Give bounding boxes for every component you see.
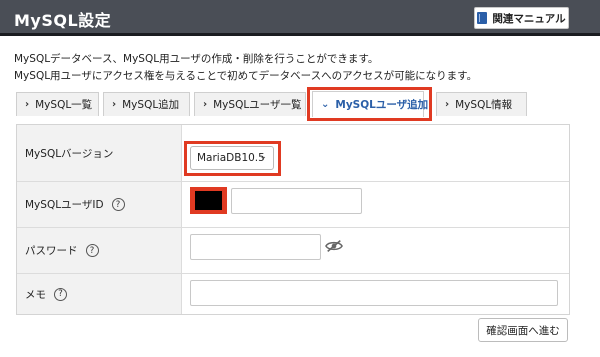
mysql-version-value: MariaDB10.5 xyxy=(197,152,265,164)
chevron-right-icon: › xyxy=(112,99,117,110)
tab-label: MySQL一覧 xyxy=(35,99,93,111)
chevron-right-icon: › xyxy=(25,99,30,110)
password-input[interactable] xyxy=(190,234,321,260)
version-label: MySQLバージョン xyxy=(25,147,114,160)
confirm-button[interactable]: 確認画面へ進む xyxy=(478,318,568,342)
book-icon xyxy=(477,12,488,24)
tab-label: MySQL追加 xyxy=(122,99,180,111)
page-header: MySQL設定 関連マニュアル xyxy=(0,0,600,36)
chevron-right-icon: › xyxy=(203,99,208,110)
description-line-1: MySQLデータベース、MySQL用ユーザの作成・削除を行うことができます。 xyxy=(14,53,379,65)
page-title: MySQL設定 xyxy=(14,11,112,30)
password-label: パスワード xyxy=(25,245,78,257)
user-id-label: MySQLユーザID xyxy=(25,199,104,211)
related-manual-label: 関連マニュアル xyxy=(492,12,566,25)
tab-mysql-user-add[interactable]: ⌄ MySQLユーザ追加 xyxy=(312,91,428,117)
chevron-down-icon: ⌄ xyxy=(321,99,330,110)
help-icon[interactable]: ? xyxy=(54,287,67,301)
chevron-right-icon: › xyxy=(445,99,450,110)
form-row-version: MySQLバージョン xyxy=(17,125,569,182)
tab-mysql-add[interactable]: › MySQL追加 xyxy=(103,92,190,116)
tab-mysql-user-list[interactable]: › MySQLユーザ一覧 xyxy=(194,92,306,116)
help-icon[interactable]: ? xyxy=(85,244,99,257)
help-icon[interactable]: ? xyxy=(111,198,125,211)
user-id-prefix-redacted xyxy=(190,187,227,214)
tab-label: MySQLユーザ追加 xyxy=(335,99,429,111)
tab-label: MySQLユーザ一覧 xyxy=(213,99,302,111)
chevron-down-icon: ⌄ xyxy=(259,152,267,162)
memo-input[interactable] xyxy=(190,280,558,306)
description-line-2: MySQL用ユーザにアクセス権を与えることで初めてデータベースへのアクセスが可能… xyxy=(14,70,478,82)
memo-label: メモ xyxy=(25,288,46,301)
user-id-input[interactable] xyxy=(231,188,362,214)
tab-mysql-info[interactable]: › MySQL情報 xyxy=(436,92,527,116)
tab-label: MySQL情報 xyxy=(455,99,513,111)
related-manual-button[interactable]: 関連マニュアル xyxy=(474,7,569,29)
mysql-version-select[interactable]: MariaDB10.5 ⌄ xyxy=(190,146,274,170)
eye-slash-icon[interactable] xyxy=(325,238,343,254)
tab-mysql-list[interactable]: › MySQL一覧 xyxy=(16,92,99,116)
